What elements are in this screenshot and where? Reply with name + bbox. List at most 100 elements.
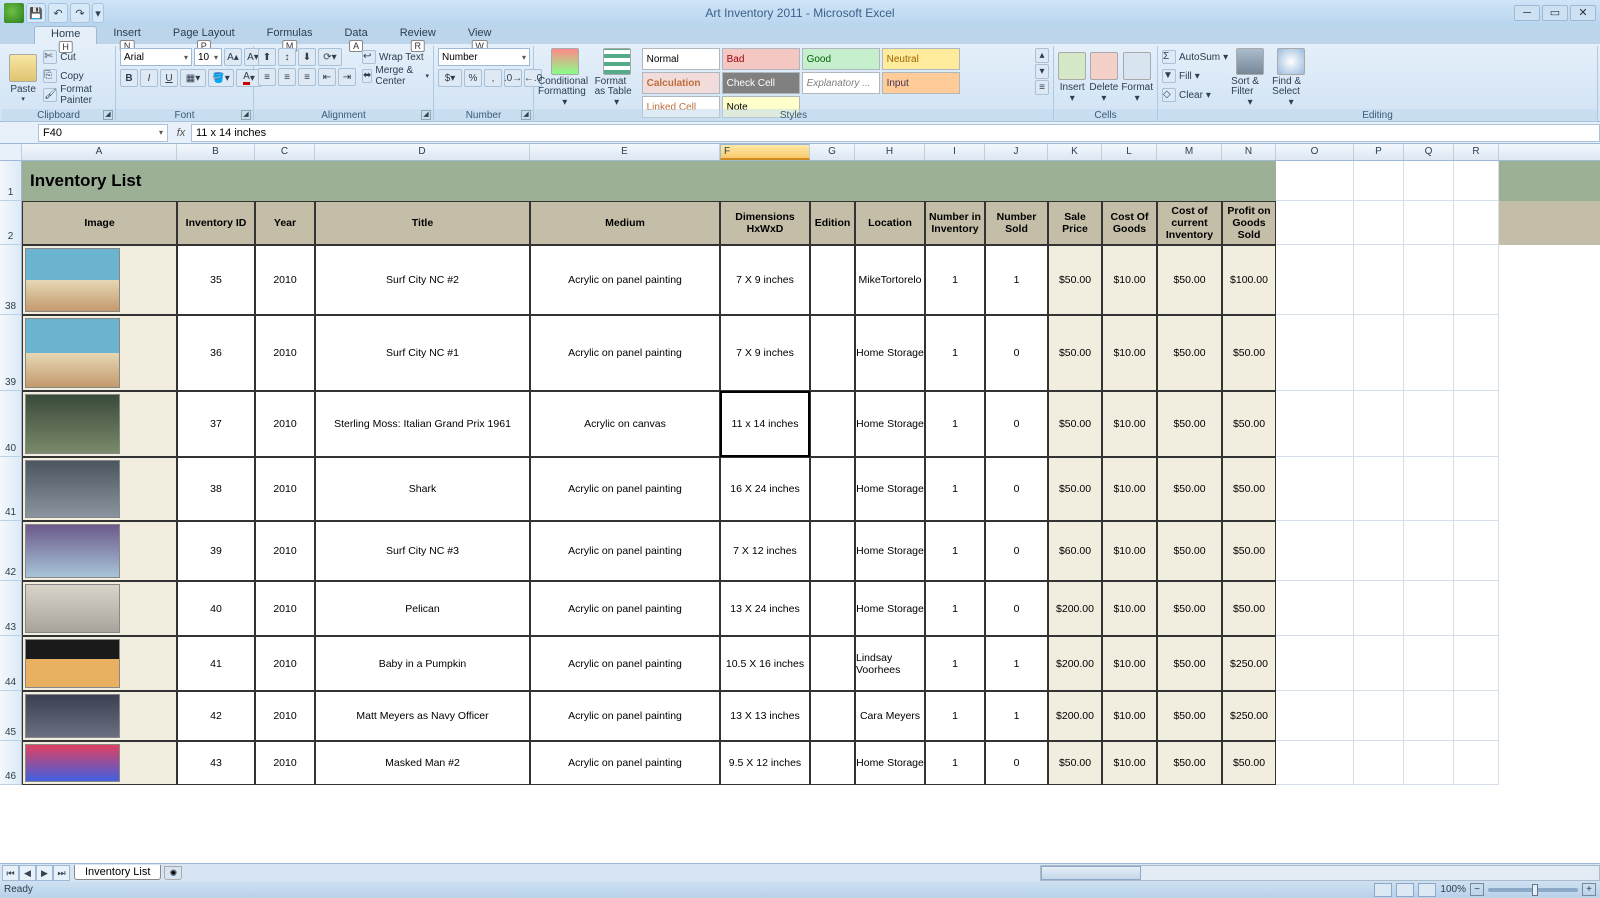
table-cell[interactable]: 1: [985, 636, 1048, 691]
percent-button[interactable]: %: [464, 69, 482, 87]
table-cell[interactable]: 2010: [255, 245, 315, 315]
align-bottom-button[interactable]: ⬇: [298, 48, 316, 66]
cell-style-bad[interactable]: Bad: [722, 48, 800, 70]
col-header-P[interactable]: P: [1354, 144, 1404, 160]
table-cell[interactable]: $50.00: [1222, 581, 1276, 636]
table-cell[interactable]: MikeTortorelo: [855, 245, 925, 315]
font-name-select[interactable]: Arial▾: [120, 48, 192, 66]
col-header-R[interactable]: R: [1454, 144, 1499, 160]
table-cell[interactable]: 2010: [255, 315, 315, 391]
table-cell[interactable]: Acrylic on panel painting: [530, 741, 720, 785]
table-cell[interactable]: [22, 315, 177, 391]
table-cell[interactable]: 1: [985, 691, 1048, 741]
table-cell[interactable]: $200.00: [1048, 691, 1102, 741]
sheet-last-button[interactable]: ⏭: [53, 865, 70, 881]
table-cell[interactable]: Baby in a Pumpkin: [315, 636, 530, 691]
table-cell[interactable]: Pelican: [315, 581, 530, 636]
table-cell[interactable]: Acrylic on panel painting: [530, 521, 720, 581]
horizontal-scrollbar[interactable]: [1040, 865, 1600, 881]
table-cell[interactable]: 13 X 24 inches: [720, 581, 810, 636]
table-cell[interactable]: [22, 245, 177, 315]
empty-cell[interactable]: [1404, 636, 1454, 691]
empty-cell[interactable]: [1354, 691, 1404, 741]
table-cell[interactable]: $50.00: [1048, 315, 1102, 391]
table-cell[interactable]: 42: [177, 691, 255, 741]
empty-cell[interactable]: [1276, 315, 1354, 391]
table-cell[interactable]: [810, 691, 855, 741]
empty-cell[interactable]: [1354, 581, 1404, 636]
empty-cell[interactable]: [1454, 391, 1499, 457]
zoom-out-button[interactable]: −: [1470, 883, 1484, 896]
tab-review[interactable]: ReviewR: [384, 26, 452, 44]
tab-formulas[interactable]: FormulasM: [251, 26, 329, 44]
col-header-O[interactable]: O: [1276, 144, 1354, 160]
table-cell[interactable]: 41: [177, 636, 255, 691]
empty-cell[interactable]: [1276, 245, 1354, 315]
table-cell[interactable]: Home Storage: [855, 315, 925, 391]
table-cell[interactable]: 7 X 9 inches: [720, 245, 810, 315]
row-header[interactable]: 45: [0, 691, 22, 741]
col-header-H[interactable]: H: [855, 144, 925, 160]
col-header-D[interactable]: D: [315, 144, 530, 160]
table-cell[interactable]: 2010: [255, 691, 315, 741]
table-cell[interactable]: 0: [985, 581, 1048, 636]
empty-cell[interactable]: [1404, 315, 1454, 391]
table-cell[interactable]: Home Storage: [855, 521, 925, 581]
table-cell[interactable]: Masked Man #2: [315, 741, 530, 785]
row-header[interactable]: 39: [0, 315, 22, 391]
zoom-slider[interactable]: [1488, 888, 1578, 892]
table-cell[interactable]: 11 x 14 inches: [720, 391, 810, 457]
table-cell[interactable]: $50.00: [1222, 521, 1276, 581]
indent-dec-button[interactable]: ⇤: [318, 68, 336, 86]
table-cell[interactable]: $10.00: [1102, 521, 1157, 581]
new-sheet-button[interactable]: ✺: [164, 866, 182, 880]
table-cell[interactable]: 1: [925, 457, 985, 521]
table-cell[interactable]: $50.00: [1157, 741, 1222, 785]
empty-cell[interactable]: [1454, 636, 1499, 691]
cell-style-normal[interactable]: Normal: [642, 48, 720, 70]
table-cell[interactable]: 2010: [255, 391, 315, 457]
grow-font-button[interactable]: A▴: [224, 48, 242, 66]
table-cell[interactable]: Acrylic on panel painting: [530, 691, 720, 741]
table-cell[interactable]: [22, 521, 177, 581]
table-cell[interactable]: $10.00: [1102, 315, 1157, 391]
cell-style-neutral[interactable]: Neutral: [882, 48, 960, 70]
font-launcher[interactable]: ◢: [241, 110, 251, 120]
merge-center-button[interactable]: ⬌Merge & Center▾: [362, 67, 429, 85]
cell-styles-gallery[interactable]: NormalBadGoodNeutralCalculationCheck Cel…: [642, 48, 1032, 118]
paste-button[interactable]: Paste▾: [6, 48, 40, 108]
empty-cell[interactable]: [1354, 315, 1404, 391]
table-cell[interactable]: Lindsay Voorhees: [855, 636, 925, 691]
table-cell[interactable]: [22, 741, 177, 785]
table-cell[interactable]: $50.00: [1157, 581, 1222, 636]
col-header-L[interactable]: L: [1102, 144, 1157, 160]
table-cell[interactable]: 1: [925, 391, 985, 457]
wrap-text-button[interactable]: ↩Wrap Text: [362, 48, 429, 66]
format-as-table-button[interactable]: Format as Table▾: [595, 48, 639, 108]
fill-button[interactable]: ▼Fill▾: [1162, 67, 1228, 85]
comma-button[interactable]: ,: [484, 69, 502, 87]
table-cell[interactable]: 2010: [255, 521, 315, 581]
autosum-button[interactable]: ΣAutoSum▾: [1162, 48, 1228, 66]
row-header[interactable]: 42: [0, 521, 22, 581]
table-cell[interactable]: [810, 636, 855, 691]
empty-cell[interactable]: [1354, 521, 1404, 581]
col-header-A[interactable]: A: [22, 144, 177, 160]
border-button[interactable]: ▦▾: [180, 69, 206, 87]
table-cell[interactable]: $50.00: [1222, 391, 1276, 457]
table-cell[interactable]: $10.00: [1102, 245, 1157, 315]
zoom-in-button[interactable]: +: [1582, 883, 1596, 896]
empty-cell[interactable]: [1354, 391, 1404, 457]
number-launcher[interactable]: ◢: [521, 110, 531, 120]
table-cell[interactable]: 35: [177, 245, 255, 315]
table-cell[interactable]: 38: [177, 457, 255, 521]
table-cell[interactable]: Acrylic on panel painting: [530, 581, 720, 636]
table-cell[interactable]: $50.00: [1048, 391, 1102, 457]
page-break-view-button[interactable]: [1418, 883, 1436, 897]
hscroll-thumb[interactable]: [1041, 866, 1141, 880]
empty-cell[interactable]: [1454, 521, 1499, 581]
table-cell[interactable]: Surf City NC #3: [315, 521, 530, 581]
sheet-tab[interactable]: Inventory List: [74, 865, 161, 880]
empty-cell[interactable]: [1404, 391, 1454, 457]
col-header-C[interactable]: C: [255, 144, 315, 160]
